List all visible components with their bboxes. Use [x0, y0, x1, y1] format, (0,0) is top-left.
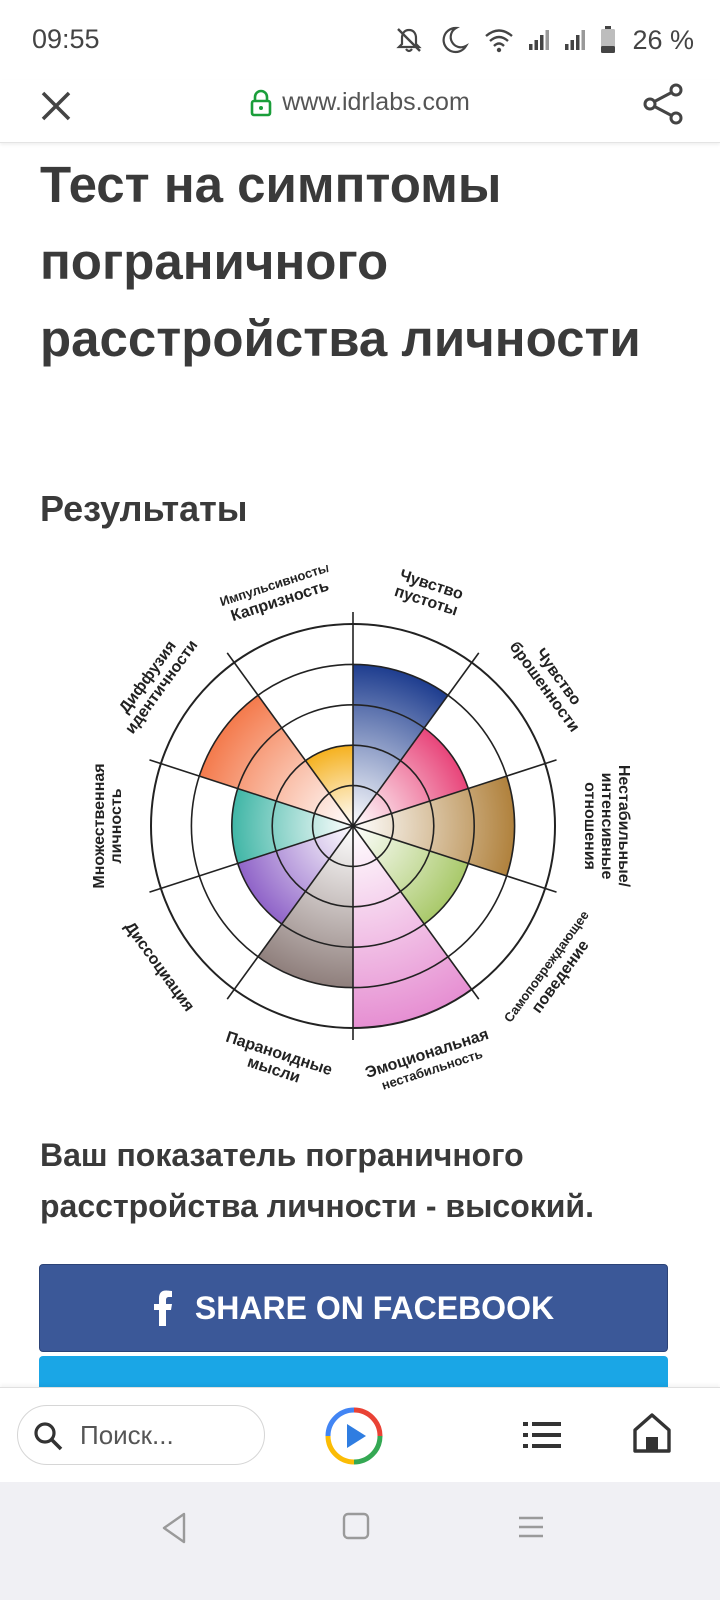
wheel-label: отношения [581, 782, 598, 870]
search-placeholder: Поиск... [80, 1420, 174, 1450]
list-icon[interactable] [522, 1418, 562, 1452]
menu-icon[interactable] [516, 1512, 546, 1542]
page-title: Тест на симптомы пограничного расстройст… [40, 156, 641, 367]
bottom-toolbar: Поиск... [0, 1387, 720, 1483]
status-icons: 26 % [394, 20, 694, 60]
wheel-label: Множественная [91, 763, 108, 888]
back-icon[interactable] [158, 1510, 190, 1546]
wheel-label: Нестабильные/ [615, 765, 632, 888]
wheel-label: Диссоциация [121, 919, 197, 1015]
battery-percent: 26 % [632, 24, 694, 55]
facebook-icon [153, 1290, 172, 1326]
result-text: Ваш показатель пограничного расстройства… [40, 1137, 594, 1224]
facebook-button-label: SHARE ON FACEBOOK [194, 1289, 555, 1326]
wifi-icon [485, 29, 514, 53]
signal-icon [529, 30, 550, 50]
lock-icon [250, 89, 272, 116]
status-bar: 09:55 26 % [0, 0, 720, 80]
battery-icon [601, 26, 616, 53]
play-logo-icon[interactable] [324, 1406, 384, 1466]
results-heading: Результаты [40, 488, 248, 529]
moon-icon [442, 26, 470, 54]
mute-icon [396, 28, 423, 53]
home-icon[interactable] [632, 1412, 672, 1454]
wheel-label: личность [108, 788, 125, 863]
search-icon [34, 1422, 63, 1451]
results-wheel-chart: ЧувствопустотыЧувствоброшенностиНестабил… [91, 565, 632, 1093]
status-time: 09:55 [32, 24, 100, 54]
signal-icon [565, 30, 586, 50]
share-twitter-button[interactable] [39, 1356, 668, 1387]
wheel-label: интенсивные [598, 773, 615, 880]
address-bar[interactable]: www.idrlabs.com [0, 88, 720, 124]
share-icon[interactable] [642, 82, 686, 126]
system-nav-bar [0, 1482, 720, 1600]
page-content: Тест на симптомы пограничного расстройст… [0, 142, 720, 1387]
browser-toolbar: www.idrlabs.com [0, 80, 720, 143]
search-input[interactable]: Поиск... [17, 1405, 265, 1465]
share-facebook-button[interactable]: SHARE ON FACEBOOK [39, 1264, 668, 1352]
recent-apps-icon[interactable] [342, 1512, 370, 1540]
url-text: www.idrlabs.com [282, 88, 470, 116]
